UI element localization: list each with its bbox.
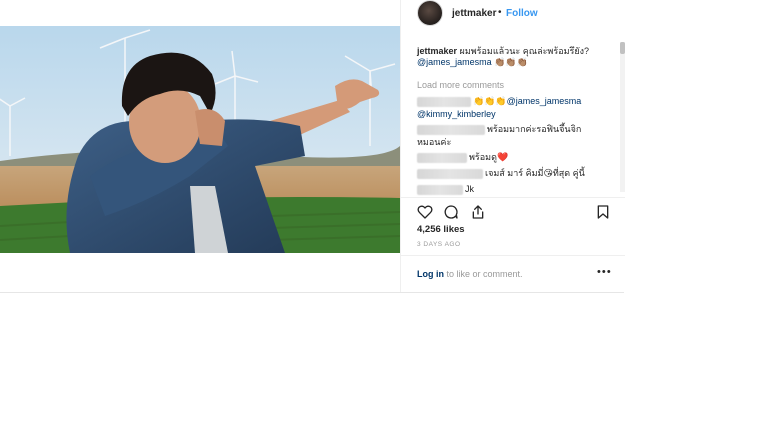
comment-row: เจมส์ มาร์ คิมมี่ 😘 ที่สุด คู่นี้ (417, 168, 585, 179)
username-link[interactable]: jettmaker (452, 8, 496, 19)
comment-row: @kimmy_kimberley (417, 109, 496, 120)
caption-mention[interactable]: @james_jamesma (417, 57, 492, 67)
login-prompt-bar: Log in to like or comment. • • • (401, 255, 625, 293)
comment-text: Jk (465, 184, 474, 194)
comment-row: หมอนค่ะ (417, 137, 451, 148)
bookmark-icon[interactable] (595, 204, 611, 220)
comment-mention[interactable]: @james_jamesma (507, 96, 582, 107)
load-more-comments-button[interactable]: Load more comments (417, 80, 504, 91)
post-caption: jettmaker ผมพร้อมแล้วนะ คุณล่ะพร้อมรึยัง… (417, 46, 607, 68)
blurred-username (417, 124, 485, 135)
comment-row: พร้อมมากค่ะรอฟินจึ้นจิก (417, 124, 581, 135)
follow-button[interactable]: Follow (506, 8, 538, 19)
login-link[interactable]: Log in (417, 269, 444, 279)
instagram-post-card: jettmaker • Follow jettmaker ผมพร้อมแล้ว… (0, 0, 625, 293)
post-actions-bar (401, 197, 625, 220)
comment-mention[interactable]: @kimmy_kimberley (417, 109, 496, 120)
post-timestamp[interactable]: 3 DAYS AGO (417, 241, 461, 248)
comment-emoji: 😘 (543, 168, 553, 178)
comment-text: เจมส์ มาร์ คิมมี่ (485, 168, 544, 178)
caption-username[interactable]: jettmaker (417, 46, 457, 56)
comment-row: Jk (417, 184, 474, 195)
comments-scrollbar[interactable] (620, 42, 625, 192)
comment-text: หมอนค่ะ (417, 137, 452, 147)
share-icon[interactable] (470, 204, 486, 220)
login-prompt-text: to like or comment. (444, 269, 523, 279)
more-options-icon[interactable]: • • • (597, 266, 611, 278)
post-sidebar: jettmaker • Follow jettmaker ผมพร้อมแล้ว… (400, 0, 625, 292)
comment-row: 👏👏👏 @james_jamesma (417, 96, 581, 107)
comment-emoji: 👏👏👏 (473, 96, 507, 106)
photo-scene (0, 26, 400, 253)
caption-emoji: 👏🏽👏🏽👏🏽 (494, 57, 528, 67)
comment-text: พร้อมดู (469, 152, 497, 162)
post-photo[interactable] (0, 26, 400, 253)
comment-bubble-icon[interactable] (443, 204, 459, 220)
scrollbar-thumb[interactable] (620, 42, 625, 54)
blurred-username (417, 184, 463, 195)
post-header: jettmaker • Follow (401, 0, 625, 28)
separator-dot: • (498, 7, 502, 18)
comment-text-2: ที่สุด คู่นี้ (552, 168, 585, 178)
avatar[interactable] (417, 0, 443, 26)
heart-icon[interactable] (417, 204, 433, 220)
comment-row: พร้อมดู ❤️ (417, 152, 508, 163)
comment-emoji: ❤️ (496, 152, 509, 162)
caption-text: ผมพร้อมแล้วนะ คุณล่ะพร้อมรึยัง? (459, 46, 590, 56)
comment-text: พร้อมมากค่ะรอฟินจึ้นจิก (487, 124, 582, 134)
likes-count[interactable]: 4,256 likes (417, 224, 465, 235)
blurred-username (417, 152, 467, 163)
blurred-username (417, 168, 483, 179)
comments-list: jettmaker ผมพร้อมแล้วนะ คุณล่ะพร้อมรึยัง… (417, 46, 615, 196)
blurred-username (417, 96, 471, 107)
login-prompt: Log in to like or comment. (417, 269, 523, 279)
